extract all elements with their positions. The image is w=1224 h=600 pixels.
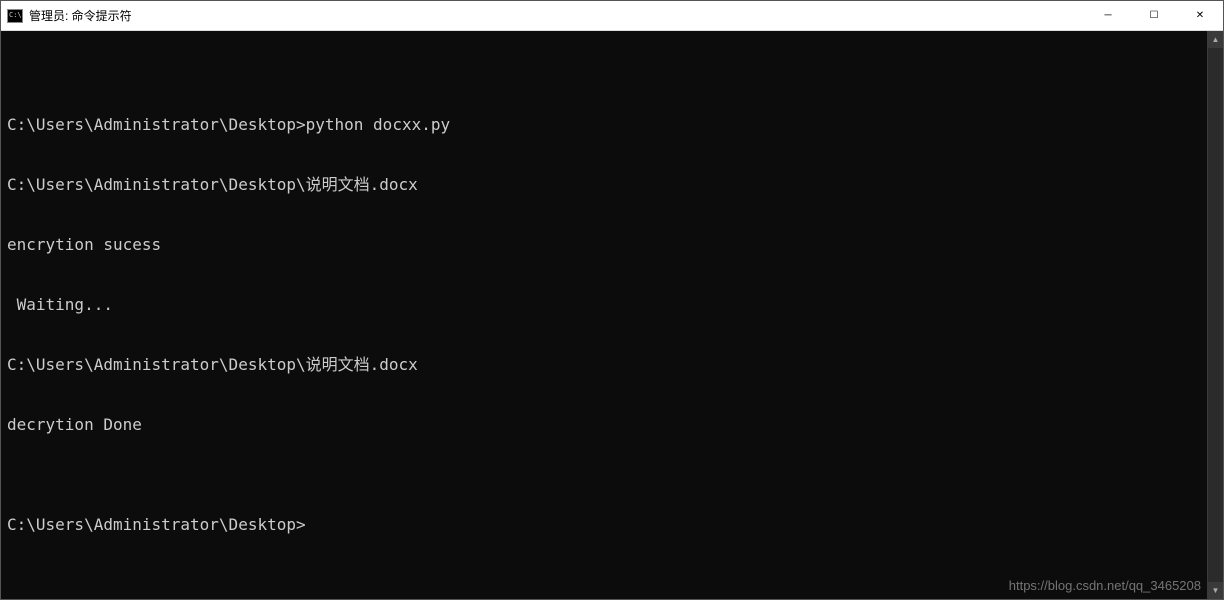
- titlebar[interactable]: C:\ 管理员: 命令提示符 ─ ☐ ✕: [1, 1, 1223, 31]
- terminal-line: decrytion Done: [7, 415, 1201, 435]
- cursor: [306, 518, 314, 534]
- terminal-line: encrytion sucess: [7, 235, 1201, 255]
- terminal-line: Waiting...: [7, 295, 1201, 315]
- terminal-line: C:\Users\Administrator\Desktop\说明文档.docx: [7, 355, 1201, 375]
- minimize-button[interactable]: ─: [1085, 1, 1131, 30]
- window-title: 管理员: 命令提示符: [29, 7, 132, 24]
- scroll-track[interactable]: [1208, 48, 1223, 582]
- titlebar-left: C:\ 管理员: 命令提示符: [7, 7, 132, 24]
- terminal-area: C:\Users\Administrator\Desktop>python do…: [1, 31, 1223, 599]
- window-controls: ─ ☐ ✕: [1085, 1, 1223, 30]
- cmd-icon: C:\: [7, 9, 23, 23]
- vertical-scrollbar[interactable]: ▲ ▼: [1207, 31, 1223, 599]
- terminal-prompt: C:\Users\Administrator\Desktop>: [7, 515, 306, 534]
- scroll-up-button[interactable]: ▲: [1208, 31, 1223, 48]
- terminal-line: C:\Users\Administrator\Desktop>python do…: [7, 115, 1201, 135]
- maximize-button[interactable]: ☐: [1131, 1, 1177, 30]
- terminal-output[interactable]: C:\Users\Administrator\Desktop>python do…: [1, 31, 1207, 599]
- close-button[interactable]: ✕: [1177, 1, 1223, 30]
- scroll-down-button[interactable]: ▼: [1208, 582, 1223, 599]
- terminal-prompt-line: C:\Users\Administrator\Desktop>: [7, 515, 1201, 535]
- command-prompt-window: C:\ 管理员: 命令提示符 ─ ☐ ✕ C:\Users\Administra…: [0, 0, 1224, 600]
- terminal-line: C:\Users\Administrator\Desktop\说明文档.docx: [7, 175, 1201, 195]
